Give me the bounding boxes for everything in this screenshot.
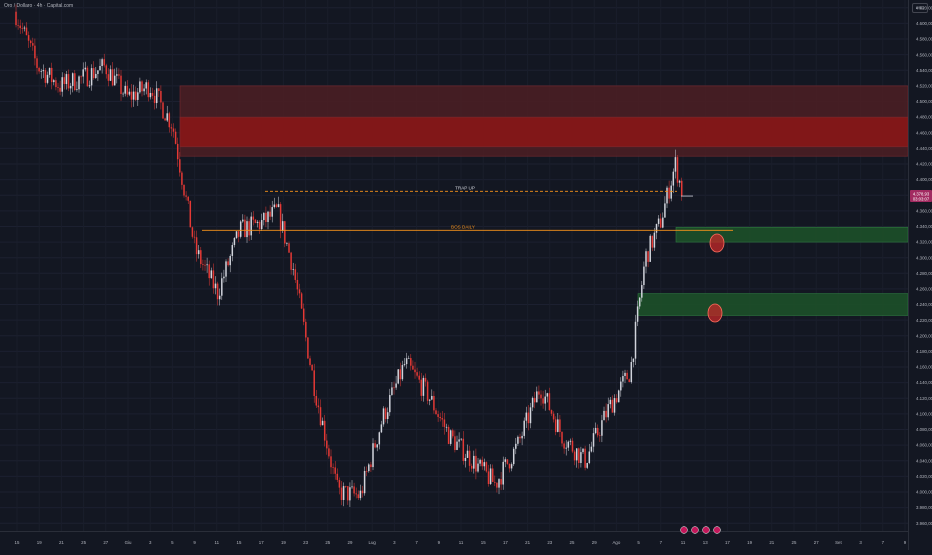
time-tick-label: 29 xyxy=(592,540,597,545)
time-tick-label: 29 xyxy=(348,540,353,545)
price-tick-label: 4.580,00 xyxy=(916,37,932,42)
price-tick-label: 4.100,00 xyxy=(916,411,932,416)
candle xyxy=(447,424,450,445)
price-tick-label: 4.200,00 xyxy=(916,333,932,338)
price-tick-label: 4.420,00 xyxy=(916,162,932,167)
supply-zone xyxy=(179,116,909,148)
time-tick-label: 13 xyxy=(703,540,708,545)
time-tick-label: 11 xyxy=(681,540,686,545)
candle xyxy=(189,200,192,228)
price-tick-label: 4.400,00 xyxy=(916,177,932,182)
time-tick-label: 21 xyxy=(769,540,774,545)
price-tick-label: 4.080,00 xyxy=(916,427,932,432)
time-tick-label: Lug xyxy=(369,540,377,545)
time-tick-label: 21 xyxy=(525,540,530,545)
time-tick-label: 25 xyxy=(325,540,330,545)
candle xyxy=(162,101,164,120)
economic-event-icon[interactable] xyxy=(713,526,721,534)
price-tick-label: 4.260,00 xyxy=(916,287,932,292)
time-axis: 15 19 21 25 27 Giu 3 5 9 11 15 17 19 23 25 29 Lug 3 7 9 11 15… xyxy=(15,540,907,545)
time-tick-label: 17 xyxy=(725,540,730,545)
candle xyxy=(235,231,238,240)
candle xyxy=(676,155,679,187)
candle xyxy=(239,220,242,239)
price-chart[interactable]: TRAP UPBOS DAILY 4.620,004.600,004.580,0… xyxy=(0,0,932,550)
time-tick-label: 27 xyxy=(814,540,819,545)
candle xyxy=(485,461,488,473)
demand-zone xyxy=(637,293,909,316)
price-tick-label: 4.140,00 xyxy=(916,380,932,385)
time-tick-label: Giu xyxy=(125,540,132,545)
time-tick-label: Ago xyxy=(612,540,620,545)
candle xyxy=(649,234,651,262)
bos-daily-label: BOS DAILY xyxy=(451,224,475,229)
price-tick-label: 4.360,00 xyxy=(916,208,932,213)
price-tick-label: 4.340,00 xyxy=(916,224,932,229)
time-tick-label: 15 xyxy=(237,540,242,545)
price-tick-label: 4.120,00 xyxy=(916,396,932,401)
price-tick-label: 4.560,00 xyxy=(916,52,932,57)
time-tick-label: 23 xyxy=(547,540,552,545)
price-tick-label: 4.300,00 xyxy=(916,255,932,260)
candle xyxy=(512,446,515,467)
price-tick-label: 4.160,00 xyxy=(916,365,932,370)
candle xyxy=(634,314,637,366)
time-tick-label: 21 xyxy=(59,540,64,545)
time-tick-label: 15 xyxy=(15,540,20,545)
chart-window: Oro / Dollaro · 4h · Capital.com USD TRA… xyxy=(0,0,932,550)
price-tick-label: 3.960,00 xyxy=(916,521,932,526)
price-tick-label: 4.520,00 xyxy=(916,83,932,88)
price-tick-label: 4.180,00 xyxy=(916,349,932,354)
candle xyxy=(382,406,385,427)
time-tick-label: 23 xyxy=(303,540,308,545)
time-tick-label: 27 xyxy=(103,540,108,545)
economic-event-icon[interactable] xyxy=(702,526,710,534)
candle xyxy=(584,445,586,471)
price-tick-label: 4.020,00 xyxy=(916,474,932,479)
price-tick-label: 4.600,00 xyxy=(916,21,932,26)
candle xyxy=(426,379,429,405)
time-tick-label: 15 xyxy=(481,540,486,545)
candle xyxy=(311,363,313,371)
chart-title: Oro / Dollaro · 4h · Capital.com xyxy=(4,3,74,9)
economic-event-icon[interactable] xyxy=(680,526,688,534)
time-tick-label: 19 xyxy=(747,540,752,545)
candle xyxy=(284,220,286,248)
price-tick-label: 4.040,00 xyxy=(916,458,932,463)
price-tick-label: 4.480,00 xyxy=(916,115,932,120)
candle xyxy=(307,336,309,360)
time-tick-label: 17 xyxy=(503,540,508,545)
time-tick-label: 25 xyxy=(81,540,86,545)
time-tick-label: 19 xyxy=(37,540,42,545)
time-tick-label: 11 xyxy=(215,540,220,545)
time-tick-label: 17 xyxy=(259,540,264,545)
time-tick-label: 25 xyxy=(570,540,575,545)
candle xyxy=(300,292,303,310)
price-tick-label: 4.240,00 xyxy=(916,302,932,307)
price-tick-label: 4.000,00 xyxy=(916,490,932,495)
trap-up-label: TRAP UP xyxy=(455,185,475,190)
time-tick-label: 19 xyxy=(281,540,286,545)
price-tick-label: 4.280,00 xyxy=(916,271,932,276)
price-tick-label: 4.060,00 xyxy=(916,443,932,448)
target-circle xyxy=(707,303,723,323)
target-circle xyxy=(709,233,725,253)
price-tick-label: 4.320,00 xyxy=(916,240,932,245)
bar-countdown: 03:03:07 xyxy=(913,196,930,201)
candle xyxy=(397,369,399,385)
candle xyxy=(617,389,620,403)
price-tick-label: 4.440,00 xyxy=(916,146,932,151)
currency-button[interactable]: USD xyxy=(912,3,928,13)
time-tick-label: Set xyxy=(835,540,842,545)
economic-event-icon[interactable] xyxy=(691,526,699,534)
candle xyxy=(86,65,89,87)
price-tick-label: 4.460,00 xyxy=(916,130,932,135)
price-tick-label: 4.540,00 xyxy=(916,68,932,73)
time-tick-label: 11 xyxy=(459,540,464,545)
price-tick-label: 4.500,00 xyxy=(916,99,932,104)
candle xyxy=(449,429,452,446)
price-tick-label: 4.220,00 xyxy=(916,318,932,323)
price-tick-label: 3.980,00 xyxy=(916,505,932,510)
time-tick-label: 25 xyxy=(792,540,797,545)
